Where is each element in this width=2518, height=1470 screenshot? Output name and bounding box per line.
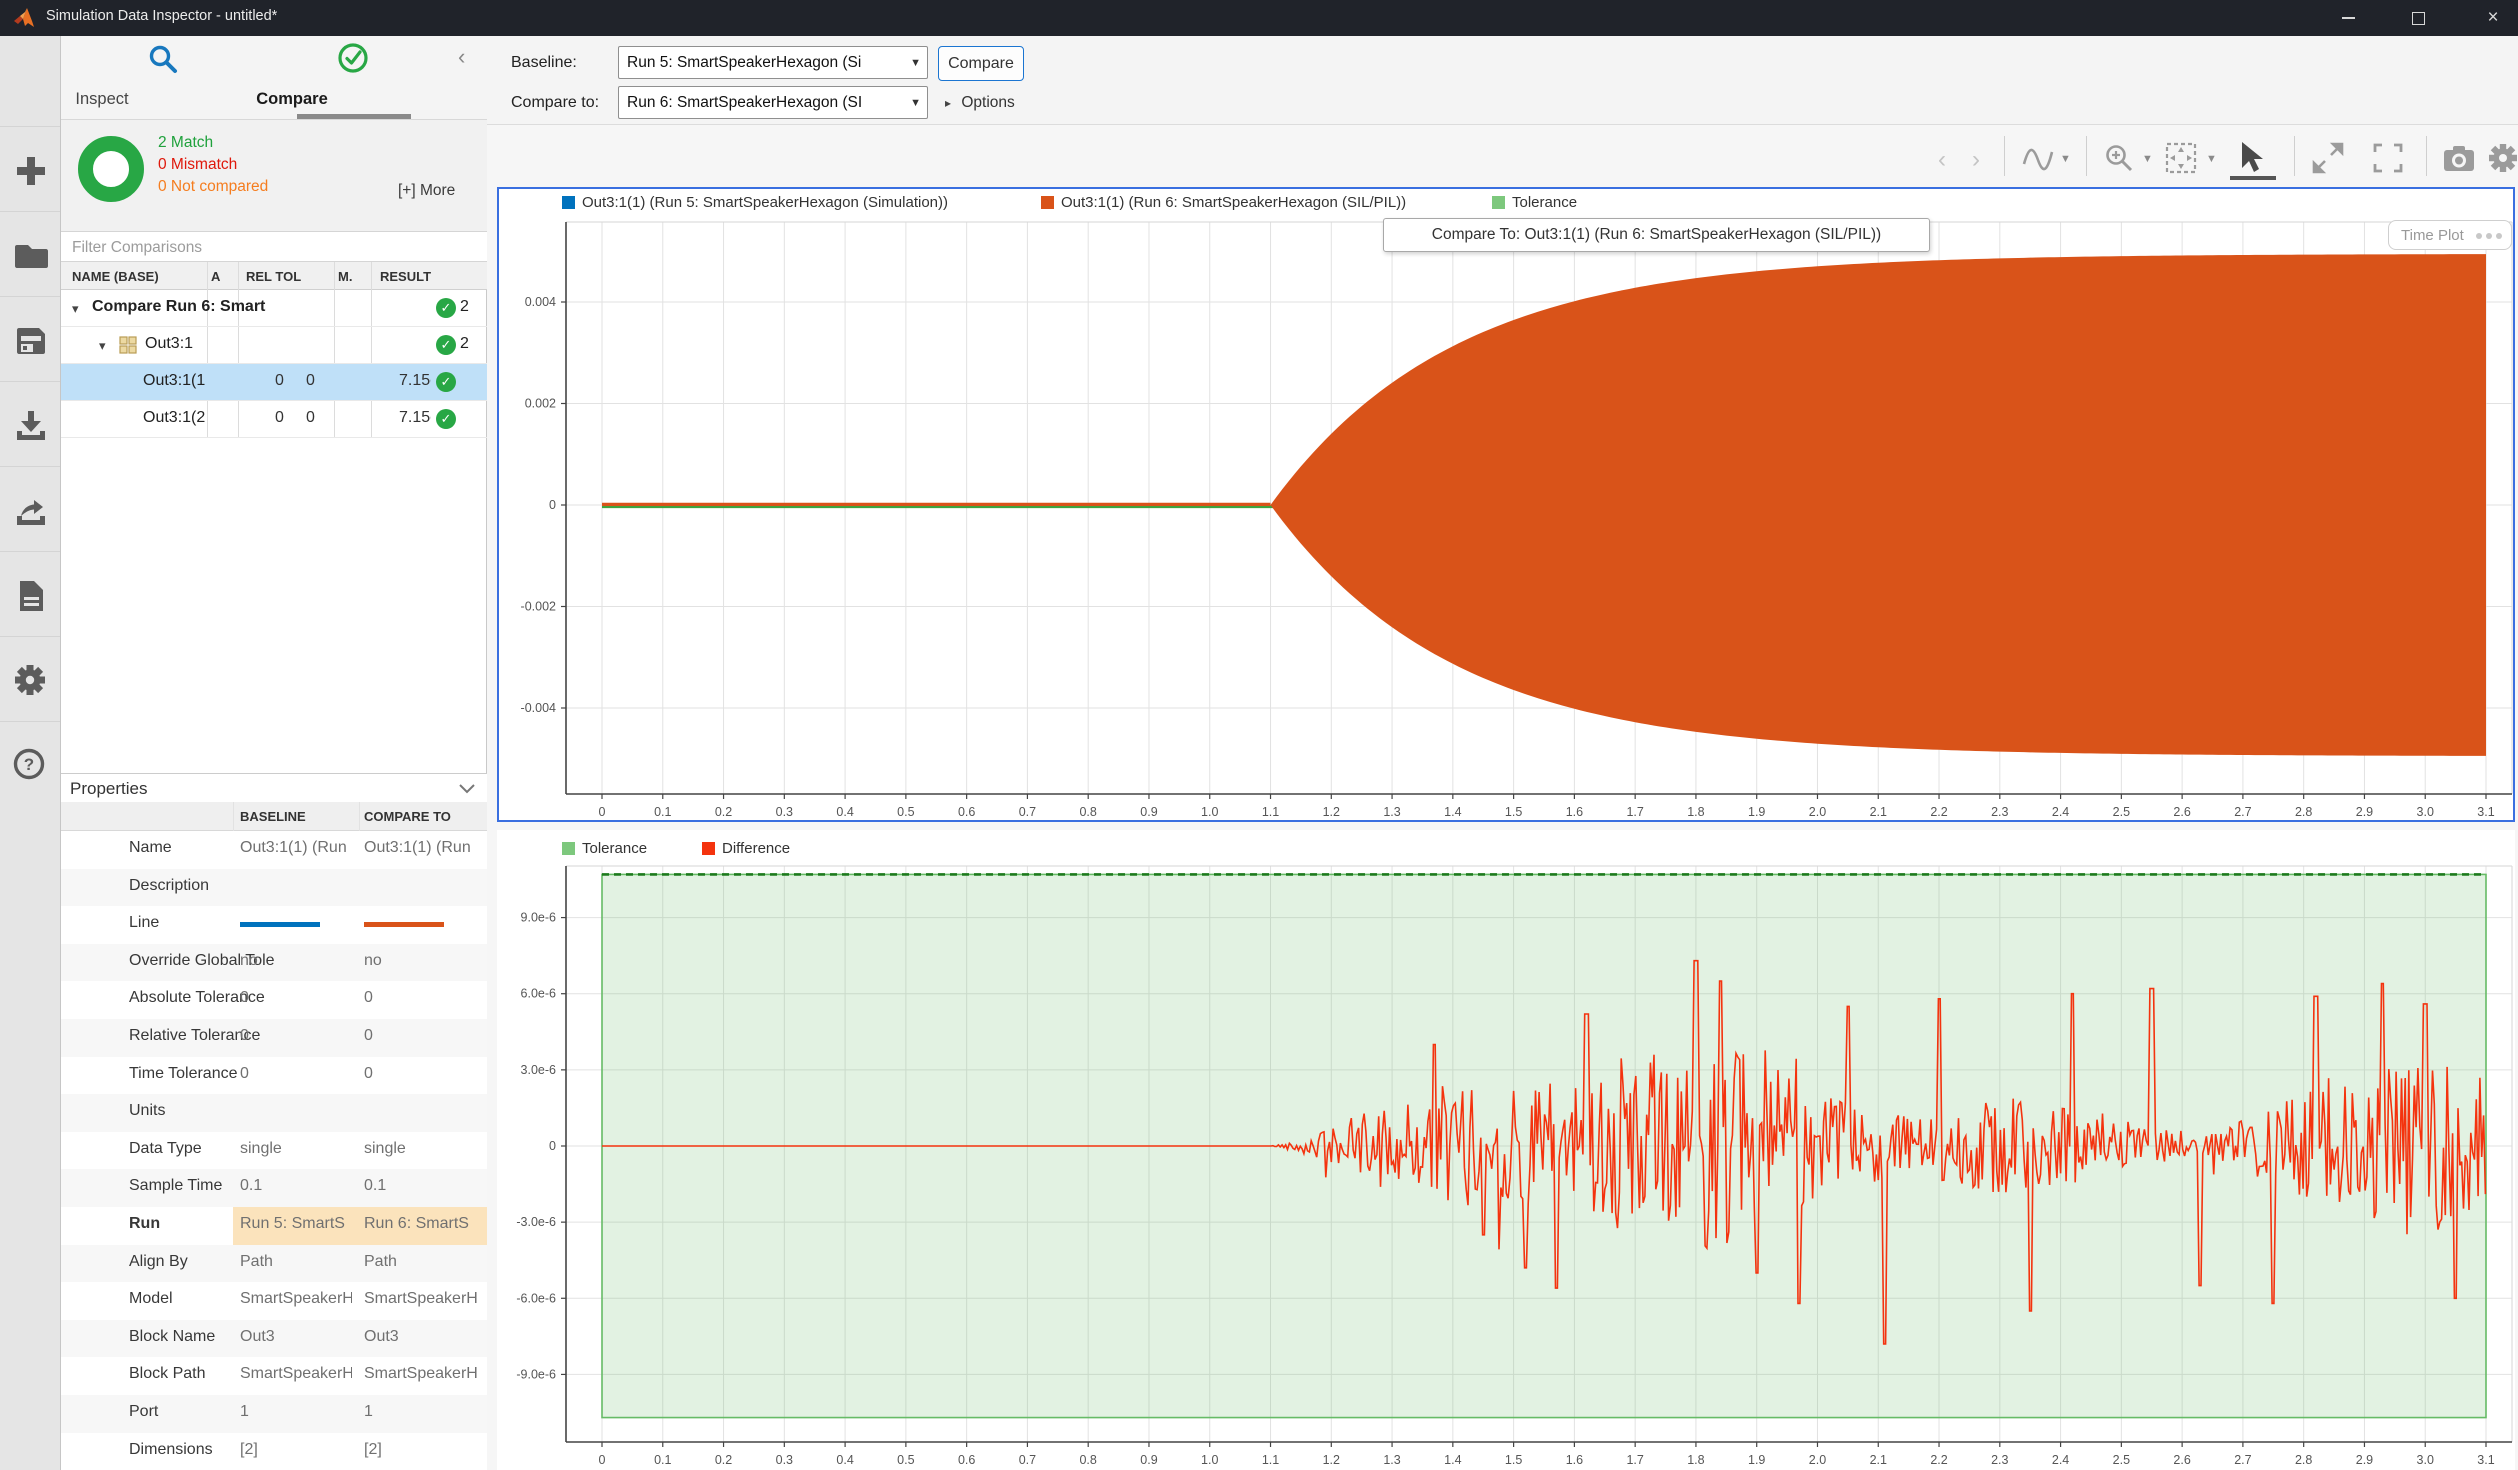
ellipsis-menu-icon[interactable] [2472,226,2502,244]
svg-text:2.8: 2.8 [2295,805,2312,819]
svg-text:2.3: 2.3 [1991,1453,2008,1467]
svg-text:1.5: 1.5 [1505,805,1522,819]
simulation-data-inspector-window: Simulation Data Inspector - untitled* × … [0,0,2518,1470]
legend-item[interactable]: Out3:1(1) (Run 6: SmartSpeakerHexagon (S… [1041,194,1406,211]
legend-label: Tolerance [582,840,647,857]
svg-text:3.1: 3.1 [2477,1453,2494,1467]
svg-text:1.5: 1.5 [1505,1453,1522,1467]
svg-text:0.2: 0.2 [715,805,732,819]
svg-text:2.6: 2.6 [2173,1453,2190,1467]
svg-text:2.1: 2.1 [1870,805,1887,819]
svg-text:2.0: 2.0 [1809,805,1826,819]
svg-text:0: 0 [549,498,556,512]
svg-text:1.7: 1.7 [1626,1453,1643,1467]
signal-tooltip: Compare To: Out3:1(1) (Run 6: SmartSpeak… [1383,218,1930,252]
legend-swatch [562,842,575,855]
svg-text:2.9: 2.9 [2356,805,2373,819]
svg-text:3.0: 3.0 [2417,1453,2434,1467]
svg-text:6.0e-6: 6.0e-6 [521,987,556,1001]
svg-text:1.1: 1.1 [1262,1453,1279,1467]
svg-text:1.1: 1.1 [1262,805,1279,819]
svg-text:3.0: 3.0 [2417,805,2434,819]
svg-text:2.5: 2.5 [2113,805,2130,819]
svg-text:0.7: 0.7 [1019,805,1036,819]
svg-text:-3.0e-6: -3.0e-6 [516,1215,556,1229]
svg-text:0.3: 0.3 [776,805,793,819]
svg-text:0.8: 0.8 [1079,805,1096,819]
svg-text:2.7: 2.7 [2234,1453,2251,1467]
svg-text:0.9: 0.9 [1140,805,1157,819]
svg-text:1.8: 1.8 [1687,1453,1704,1467]
svg-text:0.1: 0.1 [654,805,671,819]
svg-text:-6.0e-6: -6.0e-6 [516,1291,556,1305]
svg-text:0.004: 0.004 [525,295,556,309]
svg-text:0.6: 0.6 [958,1453,975,1467]
svg-text:0.3: 0.3 [776,1453,793,1467]
svg-text:3.0e-6: 3.0e-6 [521,1063,556,1077]
svg-text:0.1: 0.1 [654,1453,671,1467]
svg-text:9.0e-6: 9.0e-6 [521,911,556,925]
svg-text:1.0: 1.0 [1201,805,1218,819]
legend-item[interactable]: Out3:1(1) (Run 5: SmartSpeakerHexagon (S… [562,194,948,211]
svg-text:0.7: 0.7 [1019,1453,1036,1467]
legend-swatch [702,842,715,855]
svg-text:1.9: 1.9 [1748,1453,1765,1467]
charts-layer: 0 0.1 0.2 0.3 0.4 0.5 0.6 0.7 0.8 0.9 1.0 1.1 1.2 1.3… [0,0,2518,1470]
svg-text:1.7: 1.7 [1626,805,1643,819]
svg-text:2.5: 2.5 [2113,1453,2130,1467]
legend-swatch [1492,196,1505,209]
legend-label: Out3:1(1) (Run 6: SmartSpeakerHexagon (S… [1061,194,1406,211]
legend-swatch [1041,196,1054,209]
svg-text:1.4: 1.4 [1444,805,1461,819]
svg-text:0.002: 0.002 [525,397,556,411]
svg-text:3.1: 3.1 [2477,805,2494,819]
svg-text:0.2: 0.2 [715,1453,732,1467]
svg-text:0: 0 [549,1139,556,1153]
legend-label: Tolerance [1512,194,1577,211]
svg-text:0.4: 0.4 [836,1453,853,1467]
svg-text:2.9: 2.9 [2356,1453,2373,1467]
svg-text:1.6: 1.6 [1566,805,1583,819]
signal-tooltip-text: Compare To: Out3:1(1) (Run 6: SmartSpeak… [1432,226,1881,244]
legend-item[interactable]: Tolerance [1492,194,1577,211]
svg-text:1.2: 1.2 [1323,1453,1340,1467]
legend-label: Out3:1(1) (Run 5: SmartSpeakerHexagon (S… [582,194,948,211]
svg-text:0.6: 0.6 [958,805,975,819]
svg-text:-0.004: -0.004 [521,701,556,715]
svg-text:2.8: 2.8 [2295,1453,2312,1467]
svg-text:-0.002: -0.002 [521,600,556,614]
svg-text:0: 0 [599,805,606,819]
legend-label: Difference [722,840,790,857]
svg-text:1.3: 1.3 [1383,805,1400,819]
svg-text:1.2: 1.2 [1323,805,1340,819]
svg-text:2.7: 2.7 [2234,805,2251,819]
svg-text:0.5: 0.5 [897,805,914,819]
time-plot-tab[interactable]: Time Plot [2388,220,2512,250]
time-plot-label: Time Plot [2389,227,2464,244]
svg-text:0.9: 0.9 [1140,1453,1157,1467]
legend-swatch [562,196,575,209]
legend-item[interactable]: Difference [702,840,790,857]
svg-text:0.4: 0.4 [836,805,853,819]
svg-text:1.0: 1.0 [1201,1453,1218,1467]
svg-text:1.4: 1.4 [1444,1453,1461,1467]
svg-text:1.6: 1.6 [1566,1453,1583,1467]
svg-text:0.5: 0.5 [897,1453,914,1467]
svg-text:2.0: 2.0 [1809,1453,1826,1467]
svg-text:2.3: 2.3 [1991,805,2008,819]
svg-text:-9.0e-6: -9.0e-6 [516,1367,556,1381]
svg-text:1.8: 1.8 [1687,805,1704,819]
svg-text:0.8: 0.8 [1079,1453,1096,1467]
svg-text:2.4: 2.4 [2052,805,2069,819]
svg-text:2.2: 2.2 [1930,1453,1947,1467]
legend-item[interactable]: Tolerance [562,840,647,857]
svg-text:1.3: 1.3 [1383,1453,1400,1467]
svg-text:2.4: 2.4 [2052,1453,2069,1467]
svg-text:2.2: 2.2 [1930,805,1947,819]
svg-text:2.1: 2.1 [1870,1453,1887,1467]
svg-text:1.9: 1.9 [1748,805,1765,819]
svg-text:0: 0 [599,1453,606,1467]
svg-text:2.6: 2.6 [2173,805,2190,819]
